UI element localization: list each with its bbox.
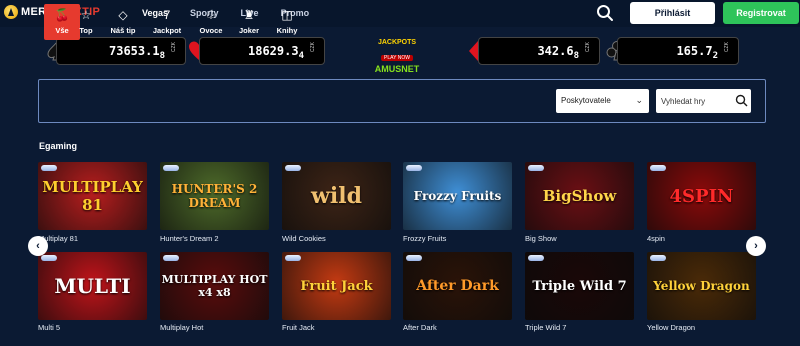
category-books[interactable]: ◫ Knihy bbox=[269, 4, 305, 40]
provider-badge-icon bbox=[41, 165, 57, 171]
game-art: 4SPIN bbox=[647, 162, 756, 230]
game-tile[interactable]: BigShow bbox=[525, 162, 634, 230]
game-tile[interactable]: HUNTER'S 2 DREAM bbox=[160, 162, 269, 230]
game-tile[interactable]: Fruit Jack bbox=[282, 252, 391, 320]
category-label: Top bbox=[79, 26, 93, 35]
game-tile[interactable]: Yellow Dragon bbox=[647, 252, 756, 320]
game-name[interactable]: Multi 5 bbox=[38, 323, 60, 332]
chevron-left-icon: ‹ bbox=[36, 240, 40, 252]
jackpot-currency: CZK bbox=[724, 42, 730, 52]
game-name[interactable]: Wild Cookies bbox=[282, 234, 326, 243]
jackpot-value: 165.7 bbox=[676, 44, 713, 58]
category-label: Knihy bbox=[276, 26, 298, 35]
provider-badge-icon bbox=[41, 255, 57, 261]
jackpot-spade: 73653.18 CZK bbox=[56, 37, 186, 65]
jackpot-currency: CZK bbox=[171, 42, 177, 52]
game-tile[interactable]: 4SPIN bbox=[647, 162, 756, 230]
game-name[interactable]: Hunter's Dream 2 bbox=[160, 234, 219, 243]
provider-badge-icon bbox=[406, 255, 422, 261]
game-art: BigShow bbox=[525, 162, 634, 230]
provider-badge-icon bbox=[650, 255, 666, 261]
chevron-right-icon: › bbox=[754, 240, 758, 252]
star-icon: ☆ bbox=[80, 8, 92, 22]
jackpot-value-decimal: 8 bbox=[573, 51, 579, 61]
category-label: Joker bbox=[238, 26, 259, 35]
game-name[interactable]: Multiplay Hot bbox=[160, 323, 203, 332]
section-title: Egaming bbox=[39, 141, 78, 151]
provider-select-label: Poskytovatele bbox=[561, 96, 611, 105]
provider-badge-icon bbox=[163, 255, 179, 261]
diamond-icon: ◇ bbox=[118, 8, 128, 22]
amusnet-playnow-label: PLAY NOW bbox=[381, 55, 413, 61]
jackpot-value-decimal: 8 bbox=[159, 51, 165, 61]
game-name[interactable]: Big Show bbox=[525, 234, 557, 243]
login-button[interactable]: Přihlásit bbox=[630, 2, 715, 24]
game-art: Yellow Dragon bbox=[647, 252, 756, 320]
game-art: After Dark bbox=[403, 252, 512, 320]
game-name[interactable]: 4spin bbox=[647, 234, 665, 243]
provider-badge-icon bbox=[163, 165, 179, 171]
jackpot-value: 342.6 bbox=[537, 44, 574, 58]
game-art: Fruit Jack bbox=[282, 252, 391, 320]
book-icon: ◫ bbox=[281, 8, 293, 22]
carousel-prev-button[interactable]: ‹ bbox=[28, 236, 48, 256]
game-name[interactable]: Frozzy Fruits bbox=[403, 234, 446, 243]
game-art: Frozzy Fruits bbox=[403, 162, 512, 230]
category-our-tip[interactable]: ◇ Náš tip bbox=[105, 4, 141, 40]
category-joker[interactable]: ♜ Joker bbox=[231, 4, 267, 40]
jackpot-value: 18629.3 bbox=[248, 44, 299, 58]
game-tile[interactable]: wild bbox=[282, 162, 391, 230]
cherry-icon: ♧ bbox=[205, 8, 217, 22]
category-fruit[interactable]: ♧ Ovoce bbox=[193, 4, 229, 40]
provider-badge-icon bbox=[528, 255, 544, 261]
carousel-next-button[interactable]: › bbox=[746, 236, 766, 256]
category-label: Náš tip bbox=[110, 26, 136, 35]
seven-icon: 7 bbox=[163, 8, 171, 22]
merkur-sun-icon bbox=[4, 5, 18, 19]
game-art: MULTIPLAY HOT x4 x8 bbox=[160, 252, 269, 320]
category-top[interactable]: ☆ Top bbox=[68, 4, 104, 40]
search-icon[interactable] bbox=[735, 94, 748, 107]
jackpot-value: 73653.1 bbox=[109, 44, 160, 58]
register-button[interactable]: Registrovat bbox=[723, 2, 799, 24]
game-name[interactable]: Triple Wild 7 bbox=[525, 323, 566, 332]
game-name[interactable]: Fruit Jack bbox=[282, 323, 315, 332]
jackpot-diamond: 342.68 CZK bbox=[478, 37, 600, 65]
game-art: HUNTER'S 2 DREAM bbox=[160, 162, 269, 230]
game-art: MULTIPLAY 81 bbox=[38, 162, 147, 230]
game-tile[interactable]: MULTIPLAY HOT x4 x8 bbox=[160, 252, 269, 320]
jackpot-currency: CZK bbox=[310, 42, 316, 52]
jester-hat-icon: ♜ bbox=[243, 8, 255, 22]
provider-select[interactable]: Poskytovatele ⌄ bbox=[556, 89, 649, 113]
game-art: Triple Wild 7 bbox=[525, 252, 634, 320]
category-label: Ovoce bbox=[199, 26, 223, 35]
game-tile[interactable]: MULTIPLAY 81 bbox=[38, 162, 147, 230]
game-tile[interactable]: Triple Wild 7 bbox=[525, 252, 634, 320]
game-tile[interactable]: Frozzy Fruits bbox=[403, 162, 512, 230]
jackpot-value-decimal: 2 bbox=[712, 51, 718, 61]
game-art: wild bbox=[282, 162, 391, 230]
category-label: Jackpot bbox=[152, 26, 182, 35]
amusnet-jackpots-logo: JACKPOTS PLAY NOW AMUSNET bbox=[356, 37, 438, 74]
game-tile[interactable]: After Dark bbox=[403, 252, 512, 320]
amusnet-jackpots-label: JACKPOTS bbox=[377, 39, 417, 46]
provider-badge-icon bbox=[528, 165, 544, 171]
game-art: MULTI bbox=[38, 252, 147, 320]
search-icon[interactable] bbox=[596, 4, 614, 22]
provider-badge-icon bbox=[285, 255, 301, 261]
game-tile[interactable]: MULTI bbox=[38, 252, 147, 320]
jackpot-heart: 18629.34 CZK bbox=[199, 37, 325, 65]
game-name[interactable]: After Dark bbox=[403, 323, 437, 332]
jackpot-currency: CZK bbox=[585, 42, 591, 52]
game-name[interactable]: Yellow Dragon bbox=[647, 323, 695, 332]
provider-badge-icon bbox=[285, 165, 301, 171]
provider-badge-icon bbox=[650, 165, 666, 171]
amusnet-brand-label: AMUSNET bbox=[374, 64, 420, 74]
jackpot-value-decimal: 4 bbox=[298, 51, 304, 61]
chevron-down-icon: ⌄ bbox=[635, 95, 643, 105]
provider-badge-icon bbox=[406, 165, 422, 171]
category-jackpot[interactable]: 7 Jackpot bbox=[149, 4, 185, 40]
jackpot-club: 165.72 CZK bbox=[617, 37, 739, 65]
